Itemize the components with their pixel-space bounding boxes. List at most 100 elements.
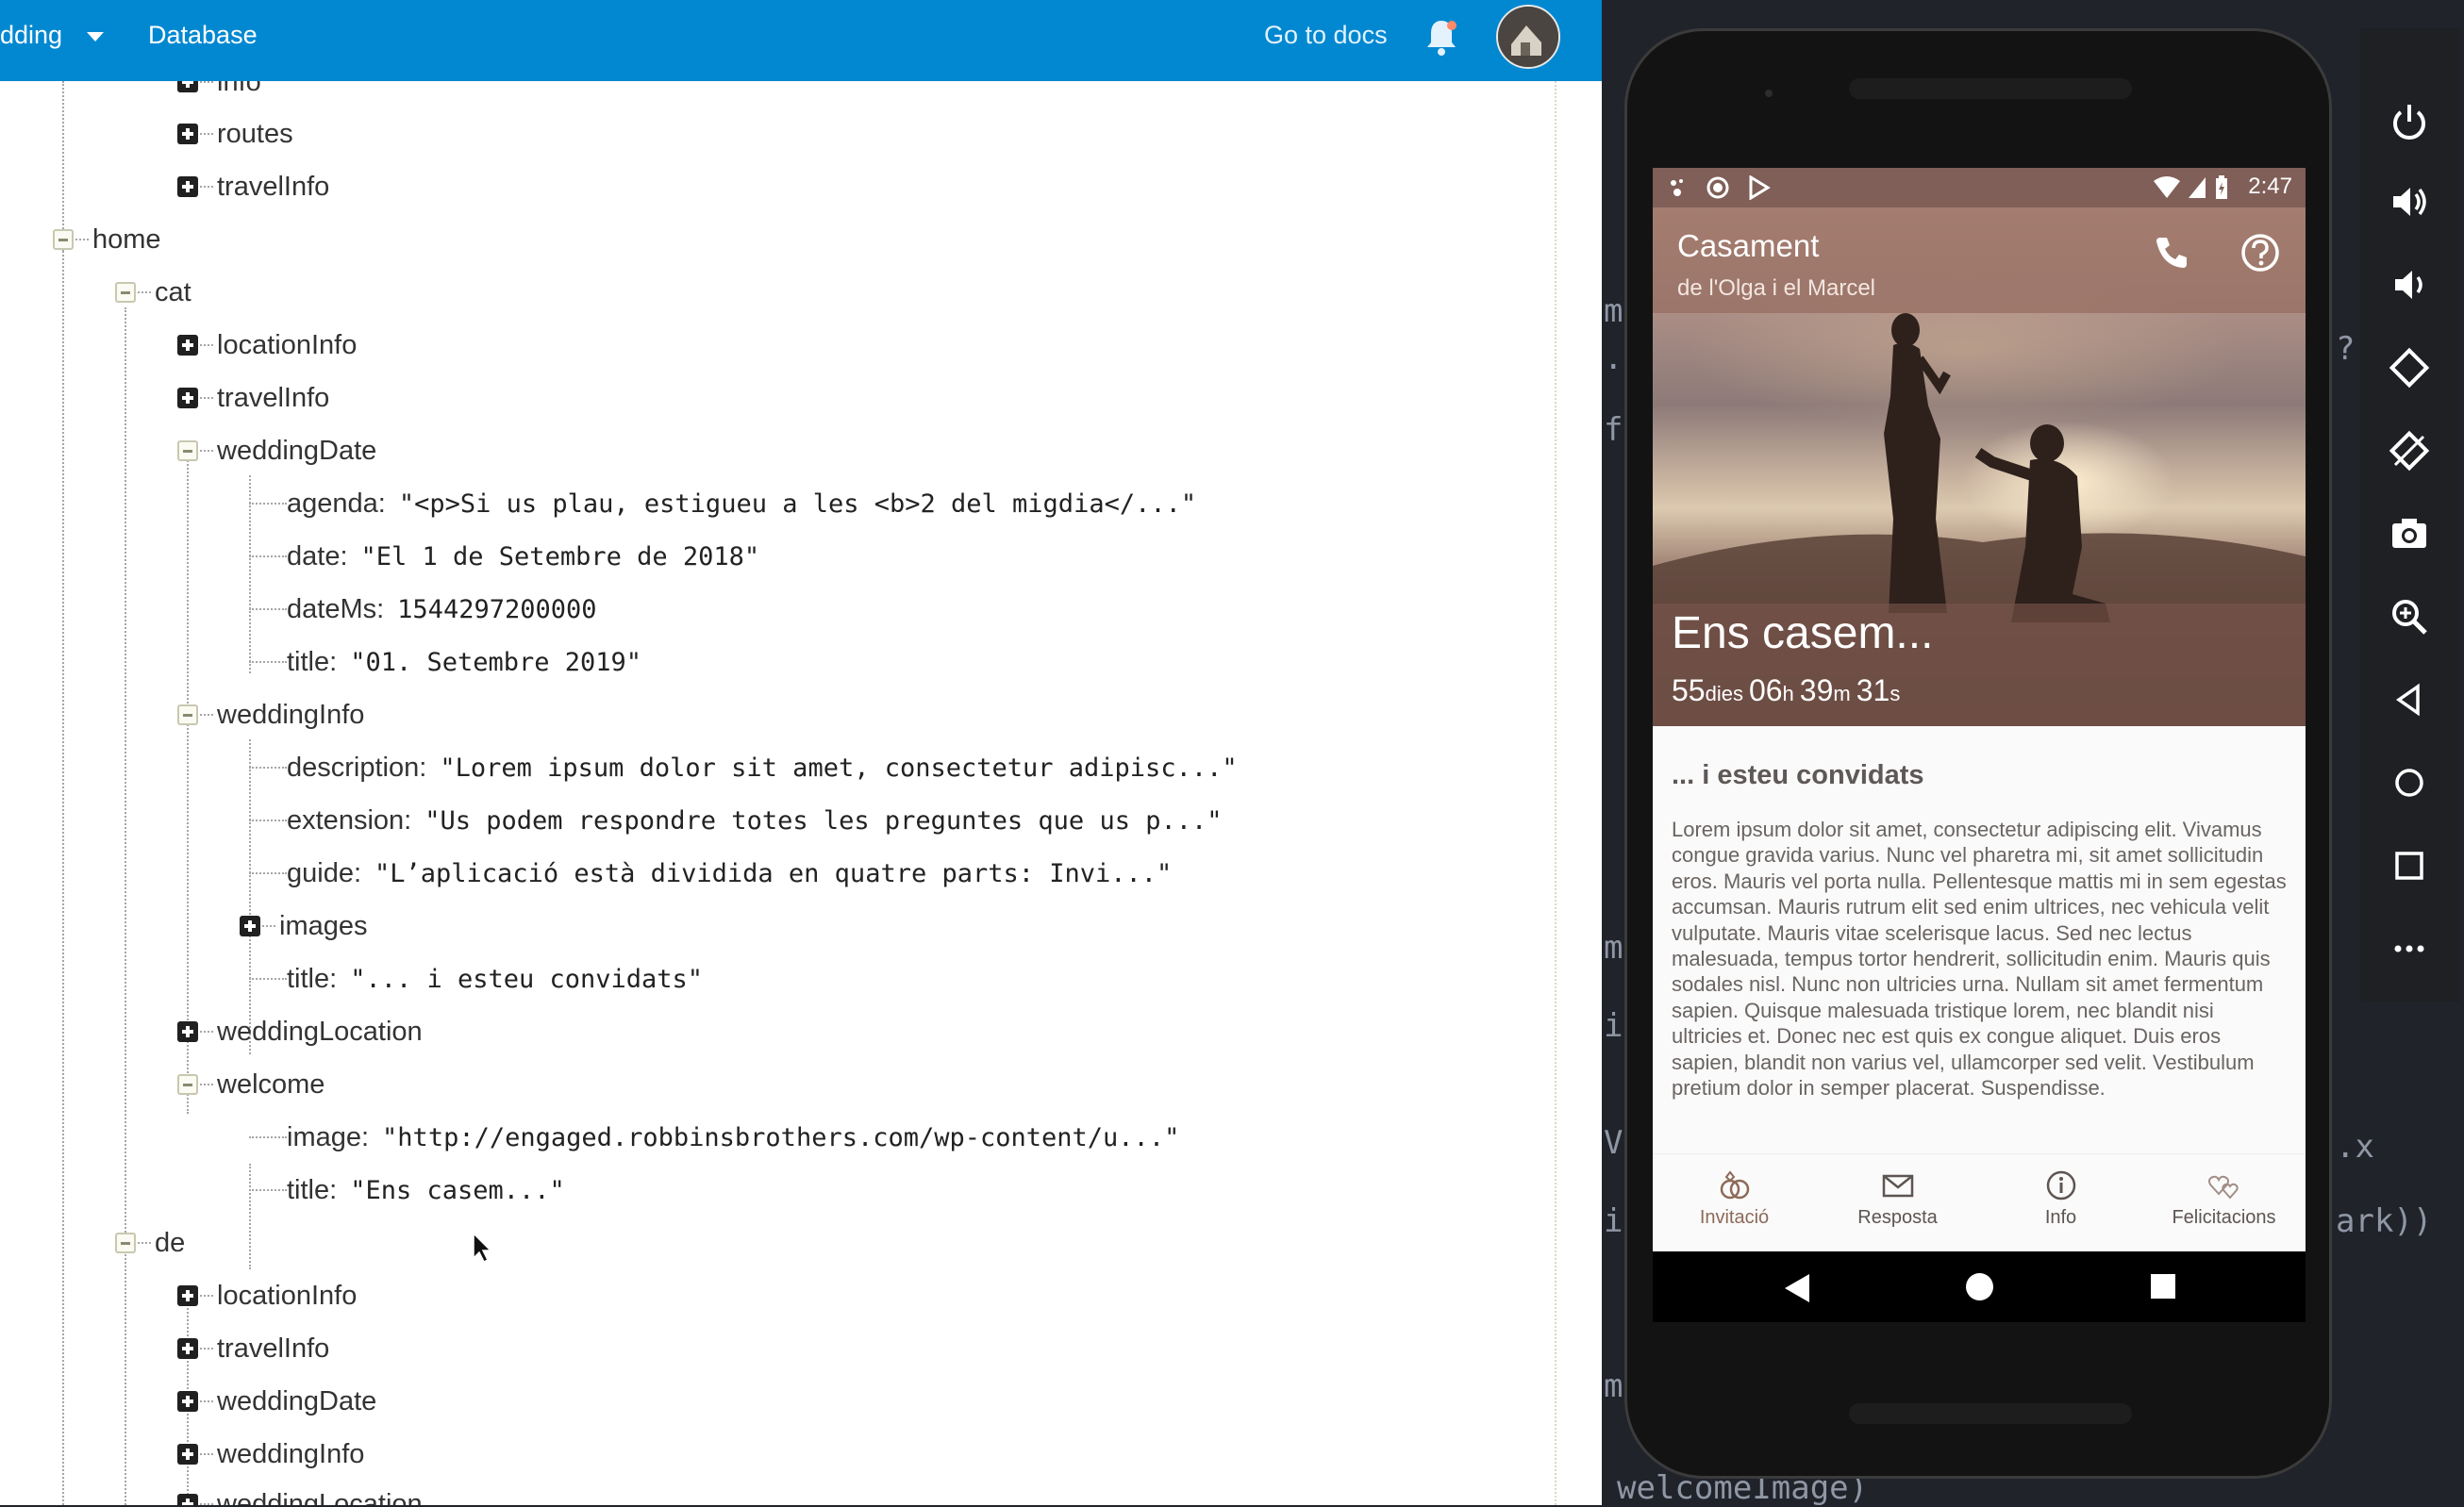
expand-icon[interactable] — [177, 388, 198, 408]
tree-field-row[interactable]: guide: "L’aplicació està dividida en qua… — [249, 850, 1172, 897]
nav-invitacio[interactable]: Invitació — [1653, 1154, 1816, 1252]
collapse-icon[interactable] — [177, 440, 198, 461]
expand-icon[interactable] — [177, 1391, 198, 1412]
countdown-minutes: 39 — [1799, 673, 1834, 707]
nav-label: Info — [2044, 1207, 2077, 1228]
back-button[interactable] — [2381, 671, 2438, 728]
tree-field-row[interactable]: description: "Lorem ipsum dolor sit amet… — [249, 744, 1238, 791]
countdown-seconds: 31 — [1856, 673, 1890, 707]
tree-node-de[interactable]: de — [115, 1219, 185, 1267]
tree-field-row[interactable]: agenda: "<p>Si us plau, estigueu a les <… — [249, 480, 1196, 527]
tree-node-weddingdate[interactable]: weddingDate — [177, 427, 376, 474]
battery-icon — [2216, 175, 2227, 199]
tree-node-travelinfo[interactable]: travelInfo — [177, 374, 329, 422]
tree-guide-line — [62, 251, 64, 1505]
tree-node-home[interactable]: home — [53, 216, 161, 263]
power-icon — [2393, 105, 2425, 140]
database-tab[interactable]: Database — [148, 21, 258, 50]
tree-node-cat[interactable]: cat — [115, 269, 191, 316]
screenshot-button[interactable] — [2381, 505, 2438, 562]
volume-down-button[interactable] — [2381, 257, 2438, 313]
tree-node-weddinglocation[interactable]: weddingLocation — [177, 1008, 423, 1055]
tree-node-weddinginfo[interactable]: weddingInfo — [177, 691, 364, 738]
bottom-navigation: Invitació Resposta Info Felicitacions — [1653, 1153, 2306, 1252]
more-button[interactable] — [2381, 920, 2438, 977]
notification-bell-icon[interactable] — [1423, 17, 1460, 58]
tree-node-routes[interactable]: routes — [177, 110, 293, 157]
firebase-console: dding Database Go to docs info routes tr… — [0, 0, 1602, 1505]
rotate-right-button[interactable] — [2381, 422, 2438, 479]
nav-felicitacions[interactable]: Felicitacions — [2142, 1154, 2306, 1252]
tree-field-row[interactable]: title: "01. Setembre 2019" — [249, 638, 641, 686]
expand-icon[interactable] — [177, 1285, 198, 1306]
tree-node-images[interactable]: images — [240, 903, 368, 950]
collapse-icon[interactable] — [115, 282, 136, 303]
more-icon — [2394, 945, 2424, 952]
app-subtitle: de l'Olga i el Marcel — [1677, 275, 1875, 301]
phone-icon[interactable] — [2153, 234, 2190, 272]
nav-resposta[interactable]: Resposta — [1816, 1154, 1979, 1252]
editor-fragment: m — [1604, 292, 1623, 330]
expand-icon[interactable] — [177, 1338, 198, 1359]
countdown-seconds-unit: s — [1890, 682, 1901, 705]
tree-node-welcome[interactable]: welcome — [177, 1061, 325, 1108]
countdown-days-unit: dies — [1705, 682, 1743, 705]
go-to-docs-link[interactable]: Go to docs — [1264, 21, 1388, 50]
tree-field-row[interactable]: dateMs: 1544297200000 — [249, 586, 597, 633]
expand-icon[interactable] — [177, 1021, 198, 1042]
notification-dots-icon — [1671, 179, 1683, 196]
welcome-headline: Ens casem... — [1672, 608, 1934, 658]
tree-node-travelinfo[interactable]: travelInfo — [177, 1325, 329, 1372]
collapse-icon[interactable] — [177, 1074, 198, 1095]
collapse-icon[interactable] — [115, 1233, 136, 1253]
editor-fragment: .x — [2336, 1128, 2374, 1166]
help-icon[interactable] — [2239, 232, 2281, 273]
zoom-button[interactable] — [2381, 588, 2438, 645]
expand-icon[interactable] — [177, 1494, 198, 1505]
rotate-left-button[interactable] — [2381, 339, 2438, 396]
tree-field-row[interactable]: image: "http://engaged.robbinsbrothers.c… — [249, 1114, 1179, 1161]
power-button[interactable] — [2381, 94, 2438, 151]
overview-button[interactable] — [2381, 837, 2438, 894]
collapse-icon[interactable] — [53, 229, 74, 250]
android-home-button[interactable] — [1966, 1273, 1993, 1300]
android-back-button[interactable] — [1785, 1274, 1809, 1302]
tree-node-weddinginfo[interactable]: weddingInfo — [177, 1431, 364, 1478]
expand-icon[interactable] — [240, 916, 260, 936]
chevron-down-icon[interactable] — [87, 32, 104, 41]
user-avatar[interactable] — [1496, 5, 1560, 69]
editor-fragment: m — [1604, 1367, 1623, 1405]
android-recents-button[interactable] — [2151, 1274, 2175, 1299]
project-selector[interactable]: dding — [0, 21, 62, 50]
collapse-icon[interactable] — [177, 704, 198, 725]
home-button[interactable] — [2381, 754, 2438, 811]
rings-icon — [1720, 1170, 1749, 1200]
tree-node-weddinglocation[interactable]: weddingLocation — [177, 1481, 423, 1505]
signal-icon — [2189, 177, 2206, 198]
nav-info[interactable]: Info — [1979, 1154, 2142, 1252]
editor-fragment: ark)) — [2336, 1202, 2433, 1240]
editor-fragment: i — [1604, 1007, 1623, 1045]
volume-up-button[interactable] — [2381, 174, 2438, 230]
expand-icon[interactable] — [177, 335, 198, 356]
sync-circle-icon — [1706, 176, 1729, 199]
zoom-icon — [2392, 600, 2427, 635]
tree-field-row[interactable]: title: "... i esteu convidats" — [249, 955, 703, 1002]
avatar-photo — [1498, 7, 1558, 67]
countdown-minutes-unit: m — [1833, 682, 1851, 705]
tree-node-weddingdate[interactable]: weddingDate — [177, 1378, 376, 1425]
tree-field-row[interactable]: extension: "Us podem respondre totes les… — [249, 797, 1222, 844]
tree-field-row[interactable]: title: "Ens casem..." — [249, 1167, 565, 1214]
wifi-icon — [2154, 176, 2180, 198]
expand-icon[interactable] — [177, 176, 198, 197]
tree-node-locationinfo[interactable]: locationInfo — [177, 1272, 357, 1319]
front-camera — [1765, 90, 1773, 97]
tree-field-row[interactable]: date: "El 1 de Setembre de 2018" — [249, 533, 759, 580]
tree-node-travelinfo[interactable]: travelInfo — [177, 163, 329, 210]
tree-node-locationinfo[interactable]: locationInfo — [177, 322, 357, 369]
console-scroll-edge — [1555, 81, 1558, 1505]
expand-icon[interactable] — [177, 1444, 198, 1465]
expand-icon[interactable] — [177, 124, 198, 144]
android-nav-bar — [1653, 1251, 2306, 1322]
countdown-hours: 06 — [1748, 673, 1783, 707]
